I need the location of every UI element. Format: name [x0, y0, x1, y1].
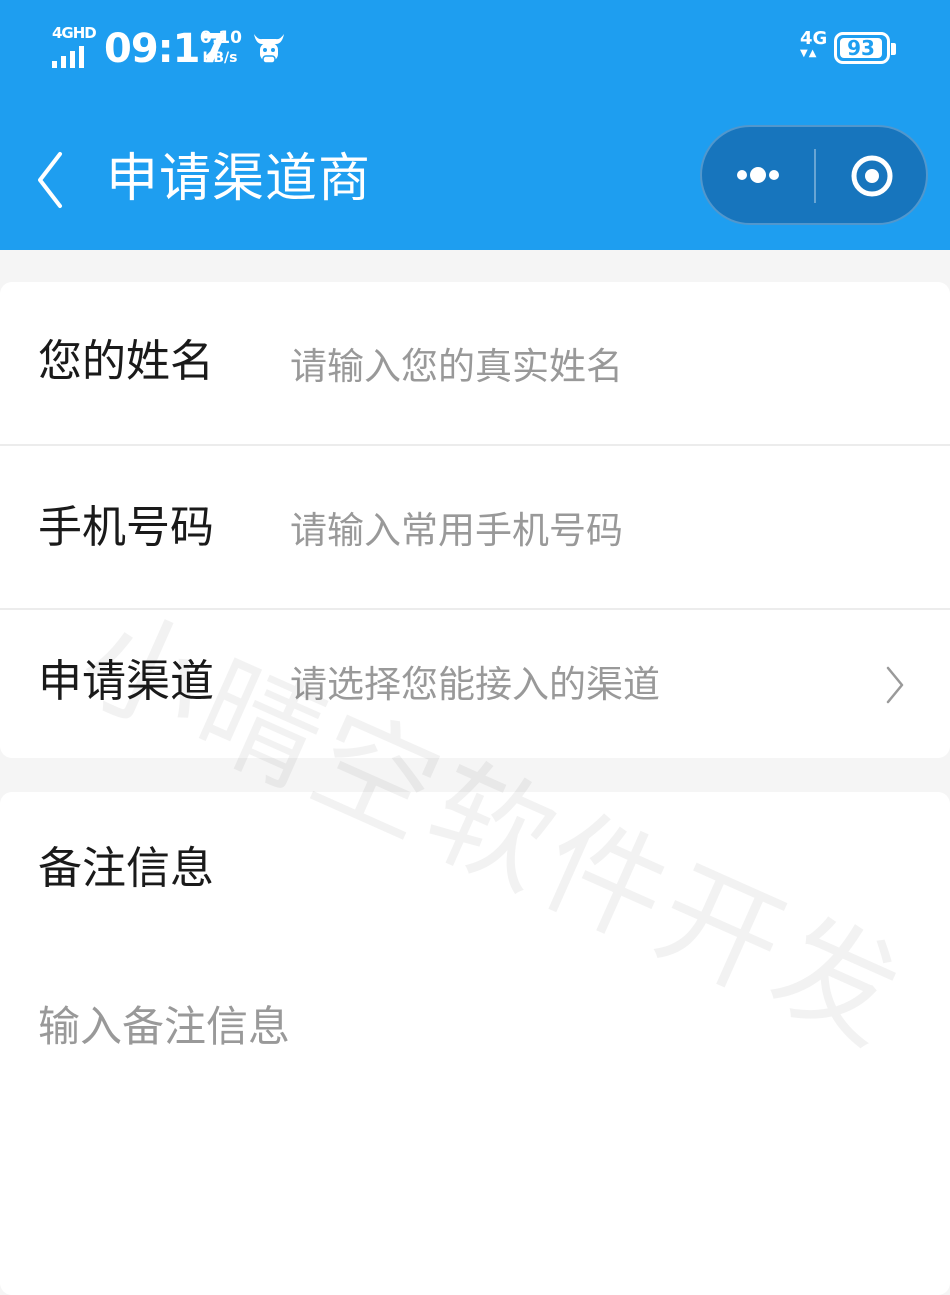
signal-bars-icon: [52, 46, 92, 68]
battery-icon: 93: [834, 32, 896, 64]
network-type-right: 4G ▼▲: [800, 30, 827, 60]
app-header: 4GHD 09:17 0.10 KB/s 4G ▼▲ 93 申请渠道商: [0, 0, 950, 250]
chevron-left-icon[interactable]: [28, 144, 76, 216]
page-title: 申请渠道商: [106, 149, 372, 209]
signal-indicator: 4GHD: [52, 26, 97, 70]
target-close-icon[interactable]: [850, 154, 894, 198]
phone-row[interactable]: 手机号码 请输入常用手机号码: [0, 446, 950, 606]
channel-row[interactable]: 申请渠道 请选择您能接入的渠道: [0, 610, 950, 758]
phone-input[interactable]: 请输入常用手机号码: [290, 506, 623, 556]
network-speed-unit: KB/s: [202, 50, 238, 66]
channel-select[interactable]: 请选择您能接入的渠道: [290, 660, 660, 710]
name-input[interactable]: 请输入您的真实姓名: [290, 342, 623, 392]
notes-card: 备注信息 输入备注信息: [0, 792, 950, 1295]
notes-label: 备注信息: [38, 843, 214, 894]
network-type-right-label: 4G: [800, 28, 828, 49]
name-row[interactable]: 您的姓名 请输入您的真实姓名: [0, 282, 950, 442]
network-type-label: 4GHD: [52, 24, 97, 42]
capsule-divider: [814, 149, 816, 203]
name-label: 您的姓名: [38, 336, 214, 387]
network-speed: 0.10 KB/s: [200, 28, 242, 68]
nav-bar: 申请渠道商: [0, 110, 950, 240]
applicant-info-card: 您的姓名 请输入您的真实姓名 手机号码 请输入常用手机号码 申请渠道 请选择您能…: [0, 282, 950, 758]
more-dots-icon[interactable]: [732, 157, 812, 193]
channel-label: 申请渠道: [38, 656, 214, 707]
data-arrows-icon: ▼▲: [800, 48, 818, 59]
chevron-right-icon: [886, 666, 904, 704]
status-bar: 4GHD 09:17 0.10 KB/s 4G ▼▲ 93: [0, 0, 950, 100]
phone-label: 手机号码: [38, 502, 214, 553]
ox-head-icon: [254, 34, 284, 64]
network-speed-value: 0.10: [200, 28, 242, 48]
mini-program-capsule: [700, 125, 928, 225]
battery-level: 93: [840, 38, 882, 58]
notes-textarea[interactable]: 输入备注信息: [38, 1000, 290, 1054]
